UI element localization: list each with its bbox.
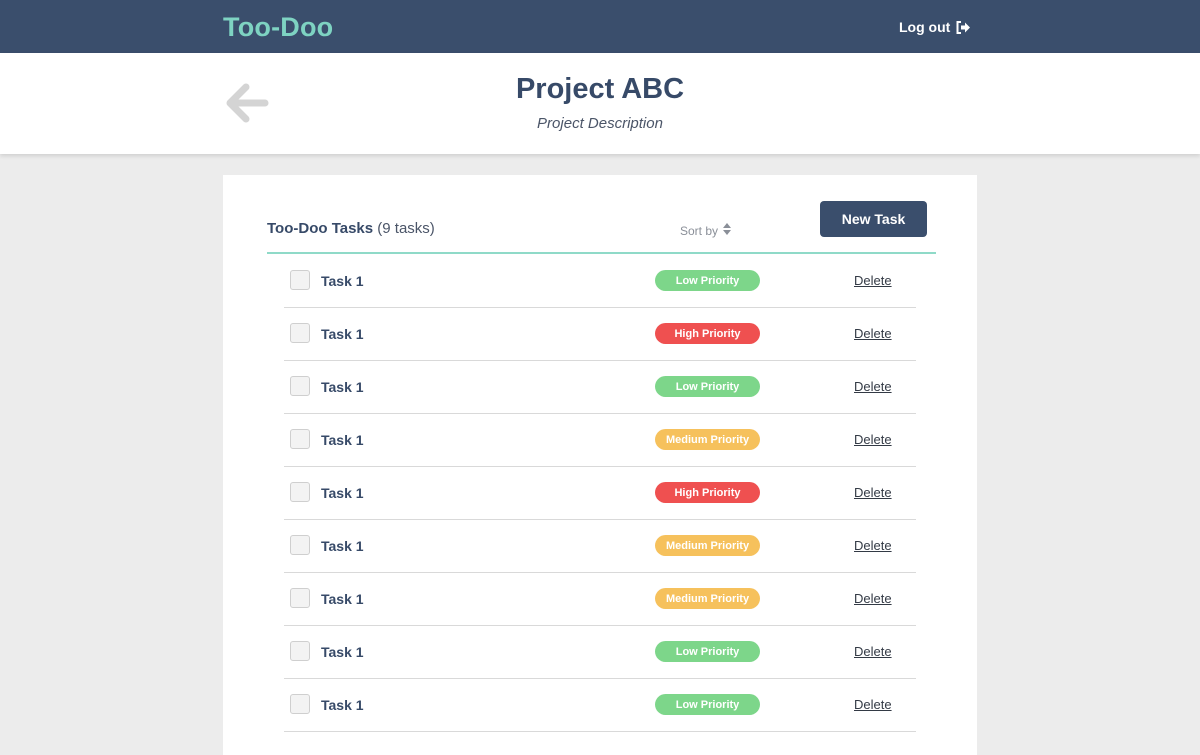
priority-badge: Low Priority <box>655 270 760 291</box>
task-name[interactable]: Task 1 <box>321 485 364 501</box>
task-row: Task 1 Low Priority Delete <box>284 255 916 308</box>
priority-badge: Low Priority <box>655 694 760 715</box>
task-row: Task 1 High Priority Delete <box>284 308 916 361</box>
sort-icon <box>723 223 732 238</box>
task-row: Task 1 Medium Priority Delete <box>284 573 916 626</box>
task-name[interactable]: Task 1 <box>321 326 364 342</box>
sign-out-icon <box>956 20 971 34</box>
task-checkbox[interactable] <box>290 694 310 714</box>
task-name[interactable]: Task 1 <box>321 379 364 395</box>
delete-task-link[interactable]: Delete <box>854 326 892 341</box>
delete-task-link[interactable]: Delete <box>854 697 892 712</box>
sort-by-control[interactable]: Sort by <box>680 223 732 238</box>
task-checkbox[interactable] <box>290 641 310 661</box>
task-name[interactable]: Task 1 <box>321 273 364 289</box>
project-header: Project ABC Project Description <box>0 53 1200 154</box>
task-name[interactable]: Task 1 <box>321 538 364 554</box>
task-checkbox[interactable] <box>290 323 310 343</box>
task-row: Task 1 High Priority Delete <box>284 467 916 520</box>
task-name[interactable]: Task 1 <box>321 644 364 660</box>
task-checkbox[interactable] <box>290 270 310 290</box>
task-row: Task 1 Low Priority Delete <box>284 679 916 732</box>
priority-badge: High Priority <box>655 482 760 503</box>
priority-badge: High Priority <box>655 323 760 344</box>
task-row: Task 1 Medium Priority Delete <box>284 520 916 573</box>
delete-task-link[interactable]: Delete <box>854 591 892 606</box>
priority-badge: Medium Priority <box>655 535 760 556</box>
task-list-card: Too-Doo Tasks (9 tasks) Sort by New Task… <box>223 175 977 755</box>
task-checkbox[interactable] <box>290 535 310 555</box>
delete-task-link[interactable]: Delete <box>854 538 892 553</box>
heading-divider <box>267 252 936 254</box>
task-name[interactable]: Task 1 <box>321 432 364 448</box>
priority-badge: Medium Priority <box>655 429 760 450</box>
task-list-heading: Too-Doo Tasks (9 tasks) <box>267 220 435 237</box>
task-row: Task 1 Low Priority Delete <box>284 361 916 414</box>
task-name[interactable]: Task 1 <box>321 697 364 713</box>
delete-task-link[interactable]: Delete <box>854 379 892 394</box>
top-nav-bar: Too-Doo Log out <box>0 0 1200 53</box>
delete-task-link[interactable]: Delete <box>854 644 892 659</box>
delete-task-link[interactable]: Delete <box>854 273 892 288</box>
sort-label: Sort by <box>680 223 719 238</box>
task-row: Task 1 Medium Priority Delete <box>284 414 916 467</box>
task-name[interactable]: Task 1 <box>321 591 364 607</box>
task-checkbox[interactable] <box>290 429 310 449</box>
new-task-button[interactable]: New Task <box>820 201 927 237</box>
priority-badge: Medium Priority <box>655 588 760 609</box>
task-checkbox[interactable] <box>290 588 310 608</box>
logout-button[interactable]: Log out <box>899 19 971 35</box>
delete-task-link[interactable]: Delete <box>854 432 892 447</box>
task-list: Task 1 Low Priority Delete Task 1 High Prior… <box>284 255 916 732</box>
task-checkbox[interactable] <box>290 482 310 502</box>
priority-badge: Low Priority <box>655 376 760 397</box>
task-checkbox[interactable] <box>290 376 310 396</box>
logout-label: Log out <box>899 19 951 35</box>
task-row: Task 1 Low Priority Delete <box>284 626 916 679</box>
task-count: (9 tasks) <box>377 220 435 237</box>
page-title: Project ABC <box>515 73 685 105</box>
priority-badge: Low Priority <box>655 641 760 662</box>
project-description: Project Description <box>537 115 663 132</box>
brand-logo[interactable]: Too-Doo <box>223 12 333 43</box>
task-list-title: Too-Doo Tasks <box>267 220 374 237</box>
delete-task-link[interactable]: Delete <box>854 485 892 500</box>
